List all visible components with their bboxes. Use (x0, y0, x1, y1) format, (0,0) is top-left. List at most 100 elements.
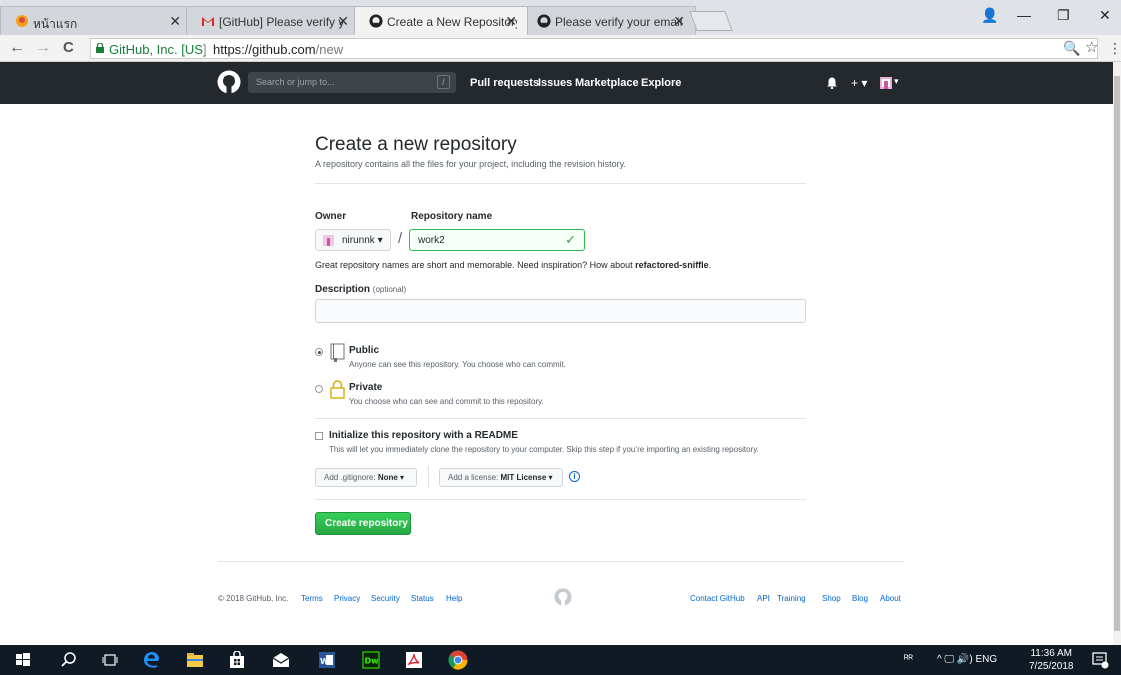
nav-issues[interactable]: Issues (538, 77, 572, 89)
footer-link-contact[interactable]: Contact GitHub (690, 594, 745, 603)
repo-name-hint: Great repository names are short and mem… (315, 260, 711, 270)
create-repository-label: Create repository (325, 518, 408, 529)
license-text: Add a license: MIT License ▾ (448, 473, 553, 482)
license-prefix: Add a license: (448, 473, 501, 482)
footer-link-terms[interactable]: Terms (301, 594, 323, 603)
gitignore-select[interactable]: Add .gitignore: None ▾ (315, 468, 417, 487)
browser-tab-4[interactable]: Please verify your email a ✕ (522, 6, 696, 35)
private-option-desc: You choose who can see and commit to thi… (349, 397, 544, 406)
footer-link-status[interactable]: Status (411, 594, 434, 603)
close-icon[interactable]: ✕ (673, 13, 685, 30)
description-input[interactable] (315, 299, 806, 323)
owner-avatar (323, 235, 334, 246)
edge-icon[interactable] (143, 651, 161, 669)
footer-divider (218, 561, 904, 562)
github-icon (369, 14, 383, 28)
new-tab-button[interactable] (689, 11, 733, 31)
back-arrow-icon[interactable]: ← (9, 39, 25, 57)
account-icon[interactable]: 👤 (981, 7, 998, 24)
tab-title: [GitHub] Please verify you (219, 15, 345, 29)
new-repository-page: Create a new repository A repository con… (0, 104, 1113, 645)
chrome-icon[interactable] (448, 650, 468, 670)
github-header: Search or jump to... / Pull requests Iss… (0, 62, 1113, 104)
browser-tab-3[interactable]: Create a New Repository ✕ (354, 6, 528, 35)
people-icon[interactable]: ᴿᴿ (904, 654, 913, 665)
system-tray-icons[interactable]: ^ 🖵 🔊) ENG (937, 654, 997, 665)
search-icon[interactable] (60, 651, 78, 669)
footer-link-about[interactable]: About (880, 594, 901, 603)
footer-link-help[interactable]: Help (446, 594, 462, 603)
readme-checkbox[interactable] (315, 432, 323, 440)
bell-icon[interactable] (827, 77, 837, 89)
close-icon[interactable]: ✕ (505, 13, 517, 30)
owner-select[interactable]: nirunnk ▾ (315, 229, 391, 251)
create-new-plus-icon[interactable]: + ▾ (851, 76, 867, 90)
footer-link-security[interactable]: Security (371, 594, 400, 603)
gitignore-prefix: Add .gitignore: (324, 473, 378, 482)
hint-suffix: . (708, 260, 712, 270)
address-separator: | (203, 41, 207, 56)
forward-arrow-icon[interactable]: → (35, 39, 51, 57)
page-scrollbar[interactable] (1113, 62, 1121, 645)
url-host: https://github.com (213, 42, 316, 57)
search-input[interactable]: Search or jump to... / (248, 72, 456, 93)
divider (315, 499, 806, 500)
avatar[interactable] (880, 77, 892, 89)
owner-label: Owner (315, 211, 347, 222)
avatar-caret-icon[interactable]: ▾ (894, 76, 899, 87)
private-radio[interactable] (315, 385, 323, 393)
nav-explore[interactable]: Explore (641, 77, 681, 89)
public-repo-icon (330, 343, 345, 362)
public-radio[interactable] (315, 348, 323, 356)
word-icon[interactable]: W (318, 651, 336, 669)
suggested-name-link[interactable]: refactored-sniffle (635, 260, 709, 270)
footer-link-api[interactable]: API (757, 594, 770, 603)
readme-desc: This will let you immediately clone the … (329, 445, 759, 454)
clock[interactable]: 11:36 AM 7/25/2018 (1029, 647, 1074, 673)
minimize-icon[interactable]: — (1017, 7, 1031, 23)
maximize-icon[interactable]: ❐ (1057, 7, 1070, 24)
zoom-icon[interactable]: 🔍 (1063, 40, 1080, 57)
store-icon[interactable] (228, 651, 246, 669)
page-title: Create a new repository (315, 134, 517, 155)
info-icon[interactable]: i (569, 471, 580, 482)
svg-text:Dw: Dw (365, 657, 380, 666)
footer-link-training[interactable]: Training (777, 594, 806, 603)
mail-icon[interactable] (272, 651, 290, 669)
divider (315, 183, 806, 184)
footer-link-privacy[interactable]: Privacy (334, 594, 360, 603)
notifications-icon[interactable] (1091, 651, 1109, 669)
close-icon[interactable]: ✕ (337, 13, 349, 30)
description-label-text: Description (315, 284, 371, 295)
nav-marketplace[interactable]: Marketplace (575, 77, 639, 89)
footer-link-blog[interactable]: Blog (852, 594, 868, 603)
chrome-menu-icon[interactable]: ⋮ (1108, 40, 1121, 57)
file-explorer-icon[interactable] (186, 651, 204, 669)
address-bar[interactable]: GitHub, Inc. [US] | https://github.com/n… (90, 38, 1098, 59)
github-mark-icon[interactable] (554, 588, 572, 606)
private-option-title: Private (349, 382, 383, 393)
window-close-icon[interactable]: ✕ (1099, 7, 1111, 24)
close-icon[interactable]: ✕ (169, 13, 181, 30)
task-view-icon[interactable] (101, 651, 119, 669)
github-logo-icon[interactable] (217, 70, 241, 94)
create-repository-button[interactable]: Create repository (315, 512, 411, 535)
license-select[interactable]: Add a license: MIT License ▾ (439, 468, 563, 487)
gitignore-text: Add .gitignore: None ▾ (324, 473, 404, 482)
browser-tab-2[interactable]: [GitHub] Please verify you ✕ (186, 6, 360, 35)
bookmark-star-icon[interactable]: ☆ (1085, 38, 1098, 56)
nav-pull-requests[interactable]: Pull requests (470, 77, 539, 89)
repo-name-input[interactable]: work2 ✓ (409, 229, 585, 251)
public-option-desc: Anyone can see this repository. You choo… (349, 360, 566, 369)
footer-link-shop[interactable]: Shop (822, 594, 841, 603)
divider (315, 418, 806, 419)
site-identity: GitHub, Inc. [US] (109, 42, 207, 57)
reload-icon[interactable]: C (63, 39, 74, 56)
browser-tab-1[interactable]: หน้าแรก ✕ (0, 6, 192, 35)
optional-tag: (optional) (372, 285, 407, 294)
acrobat-icon[interactable] (405, 651, 423, 669)
dreamweaver-icon[interactable]: Dw (362, 651, 380, 669)
repo-name-value: work2 (418, 235, 445, 246)
scrollbar-thumb[interactable] (1114, 76, 1120, 631)
windows-start-icon[interactable] (14, 651, 32, 669)
